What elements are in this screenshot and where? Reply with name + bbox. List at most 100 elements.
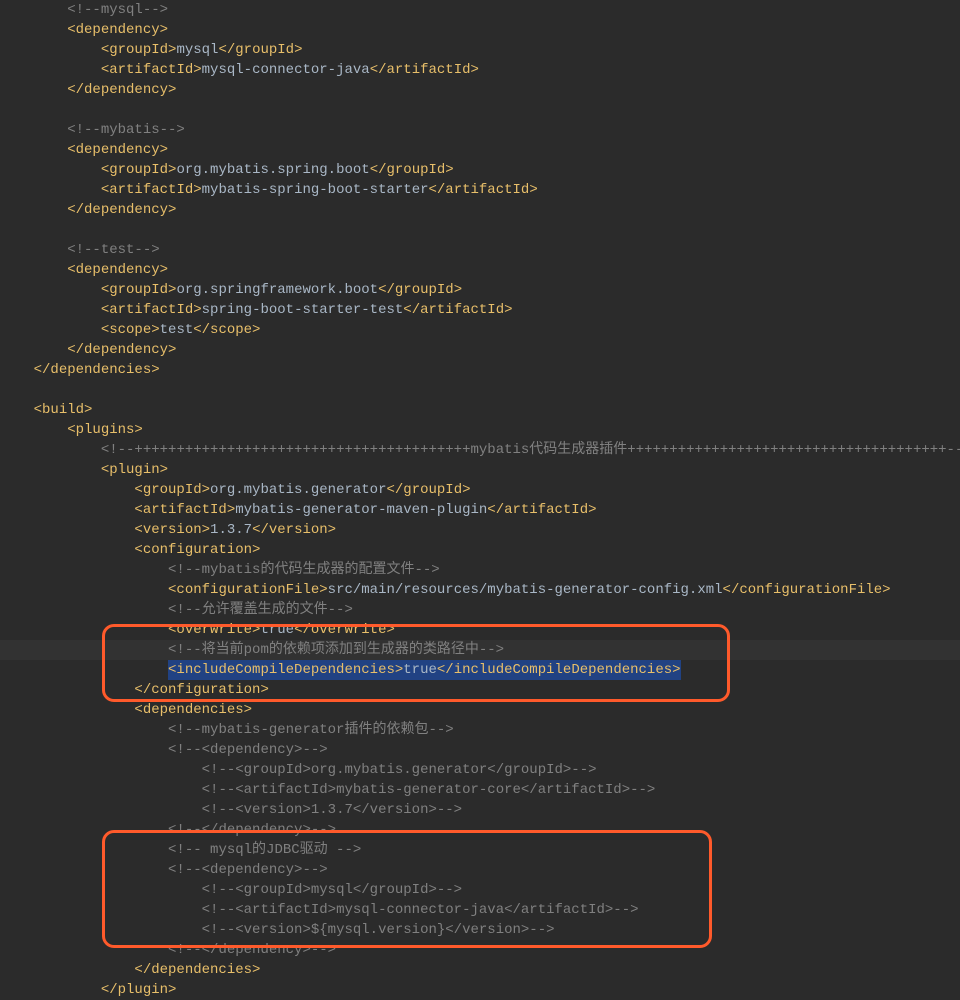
code-token: <dependency> bbox=[67, 22, 168, 38]
code-line[interactable]: <!--<artifactId>mysql-connector-java</ar… bbox=[0, 900, 960, 920]
code-line[interactable]: <configurationFile>src/main/resources/my… bbox=[0, 580, 960, 600]
code-token: <groupId> bbox=[101, 282, 177, 298]
code-token: mybatis-generator-maven-plugin bbox=[235, 502, 487, 518]
code-token: spring-boot-starter-test bbox=[202, 302, 404, 318]
code-line[interactable]: <groupId>org.mybatis.generator</groupId> bbox=[0, 480, 960, 500]
code-line[interactable]: <!--<version>1.3.7</version>--> bbox=[0, 800, 960, 820]
code-token: <configuration> bbox=[134, 542, 260, 558]
code-editor-container: <!--mysql--> <dependency> <groupId>mysql… bbox=[0, 0, 960, 1000]
code-line[interactable]: <!--mybatis-generator插件的依赖包--> bbox=[0, 720, 960, 740]
code-line[interactable]: <!--mybatis--> bbox=[0, 120, 960, 140]
code-editor[interactable]: <!--mysql--> <dependency> <groupId>mysql… bbox=[0, 0, 960, 1000]
code-line[interactable]: <build> bbox=[0, 400, 960, 420]
code-token: <dependency> bbox=[67, 262, 168, 278]
code-token: <includeCompileDependencies> bbox=[168, 662, 403, 678]
code-line[interactable]: <!-- mysql的JDBC驱动 --> bbox=[0, 840, 960, 860]
code-line[interactable]: <groupId>org.mybatis.spring.boot</groupI… bbox=[0, 160, 960, 180]
code-token: </plugin> bbox=[101, 982, 177, 998]
code-line[interactable]: <artifactId>spring-boot-starter-test</ar… bbox=[0, 300, 960, 320]
code-token: <!--++++++++++++++++++++++++++++++++++++… bbox=[101, 442, 960, 458]
code-line[interactable]: <!--++++++++++++++++++++++++++++++++++++… bbox=[0, 440, 960, 460]
code-line[interactable]: <!--mysql--> bbox=[0, 0, 960, 20]
code-token: mysql-connector-java bbox=[202, 62, 370, 78]
code-line[interactable]: <dependency> bbox=[0, 260, 960, 280]
code-line[interactable]: <!--<artifactId>mybatis-generator-core</… bbox=[0, 780, 960, 800]
code-token: </dependency> bbox=[67, 342, 176, 358]
code-token: org.springframework.boot bbox=[176, 282, 378, 298]
code-token: true bbox=[403, 662, 437, 678]
code-token: </dependency> bbox=[67, 202, 176, 218]
code-line[interactable]: <overwrite>true</overwrite> bbox=[0, 620, 960, 640]
code-line[interactable]: </dependencies> bbox=[0, 360, 960, 380]
code-token: <!--<artifactId>mybatis-generator-core</… bbox=[202, 782, 656, 798]
code-token: <plugin> bbox=[101, 462, 168, 478]
code-line[interactable]: </dependency> bbox=[0, 340, 960, 360]
code-line-current[interactable]: <!--将当前pom的依赖项添加到生成器的类路径中--> bbox=[0, 640, 960, 660]
code-token: </configurationFile> bbox=[723, 582, 891, 598]
code-line[interactable]: <!--允许覆盖生成的文件--> bbox=[0, 600, 960, 620]
code-token: </includeCompileDependencies> bbox=[437, 662, 681, 678]
code-line[interactable]: <!--<groupId>org.mybatis.generator</grou… bbox=[0, 760, 960, 780]
code-line[interactable]: <!--<dependency>--> bbox=[0, 740, 960, 760]
code-line[interactable]: <!--<version>${mysql.version}</version>-… bbox=[0, 920, 960, 940]
code-token: </artifactId> bbox=[429, 182, 538, 198]
code-token: <!--mybatis-generator插件的依赖包--> bbox=[168, 722, 454, 738]
code-line[interactable]: <groupId>org.springframework.boot</group… bbox=[0, 280, 960, 300]
code-token: </dependencies> bbox=[134, 962, 260, 978]
code-line[interactable]: <scope>test</scope> bbox=[0, 320, 960, 340]
code-line[interactable]: <!--</dependency>--> bbox=[0, 940, 960, 960]
code-token: <dependencies> bbox=[134, 702, 252, 718]
code-line[interactable]: <dependencies> bbox=[0, 700, 960, 720]
code-line[interactable]: <plugin> bbox=[0, 460, 960, 480]
code-line[interactable] bbox=[0, 100, 960, 120]
code-line[interactable]: <!--<groupId>mysql</groupId>--> bbox=[0, 880, 960, 900]
code-token: </groupId> bbox=[370, 162, 454, 178]
code-line[interactable]: </dependency> bbox=[0, 80, 960, 100]
code-token: <!--<groupId>mysql</groupId>--> bbox=[202, 882, 462, 898]
code-line[interactable] bbox=[0, 220, 960, 240]
code-token: <plugins> bbox=[67, 422, 143, 438]
code-token: <!--mysql--> bbox=[67, 2, 168, 18]
code-line[interactable]: <!--</dependency>--> bbox=[0, 820, 960, 840]
code-line[interactable]: <!--<dependency>--> bbox=[0, 860, 960, 880]
code-line[interactable]: <artifactId>mybatis-spring-boot-starter<… bbox=[0, 180, 960, 200]
code-token: </groupId> bbox=[378, 282, 462, 298]
code-token: </artifactId> bbox=[370, 62, 479, 78]
code-token: <configurationFile> bbox=[168, 582, 328, 598]
code-token: mysql bbox=[176, 42, 218, 58]
code-token: <!--<groupId>org.mybatis.generator</grou… bbox=[202, 762, 597, 778]
code-line[interactable]: <plugins> bbox=[0, 420, 960, 440]
code-line[interactable]: </dependencies> bbox=[0, 960, 960, 980]
code-token: <!--<dependency>--> bbox=[168, 862, 328, 878]
code-token: <!-- mysql的JDBC驱动 --> bbox=[168, 842, 361, 858]
code-token: <dependency> bbox=[67, 142, 168, 158]
code-token: 1.3.7 bbox=[210, 522, 252, 538]
code-line[interactable]: <artifactId>mysql-connector-java</artifa… bbox=[0, 60, 960, 80]
code-line[interactable]: </dependency> bbox=[0, 200, 960, 220]
code-token: </version> bbox=[252, 522, 336, 538]
code-line[interactable]: <artifactId>mybatis-generator-maven-plug… bbox=[0, 500, 960, 520]
code-token: org.mybatis.generator bbox=[210, 482, 386, 498]
code-line[interactable]: <version>1.3.7</version> bbox=[0, 520, 960, 540]
code-token: </artifactId> bbox=[487, 502, 596, 518]
code-line[interactable]: <groupId>mysql</groupId> bbox=[0, 40, 960, 60]
code-token: </scope> bbox=[193, 322, 260, 338]
code-token: <!--test--> bbox=[67, 242, 159, 258]
code-line[interactable]: </plugin> bbox=[0, 980, 960, 1000]
code-line[interactable]: <!--mybatis的代码生成器的配置文件--> bbox=[0, 560, 960, 580]
code-token: </dependency> bbox=[67, 82, 176, 98]
code-line[interactable]: <dependency> bbox=[0, 20, 960, 40]
selected-text[interactable]: <includeCompileDependencies>true</includ… bbox=[168, 660, 681, 680]
code-line[interactable]: </configuration> bbox=[0, 680, 960, 700]
code-line[interactable]: <includeCompileDependencies>true</includ… bbox=[0, 660, 960, 680]
code-line[interactable]: <configuration> bbox=[0, 540, 960, 560]
code-token: src/main/resources/mybatis-generator-con… bbox=[328, 582, 723, 598]
code-token: <build> bbox=[34, 402, 93, 418]
code-line[interactable] bbox=[0, 380, 960, 400]
code-line[interactable]: <dependency> bbox=[0, 140, 960, 160]
code-line[interactable]: <!--test--> bbox=[0, 240, 960, 260]
code-token: <artifactId> bbox=[101, 182, 202, 198]
code-token: <!--允许覆盖生成的文件--> bbox=[168, 602, 353, 618]
code-token: <scope> bbox=[101, 322, 160, 338]
code-token: <artifactId> bbox=[134, 502, 235, 518]
